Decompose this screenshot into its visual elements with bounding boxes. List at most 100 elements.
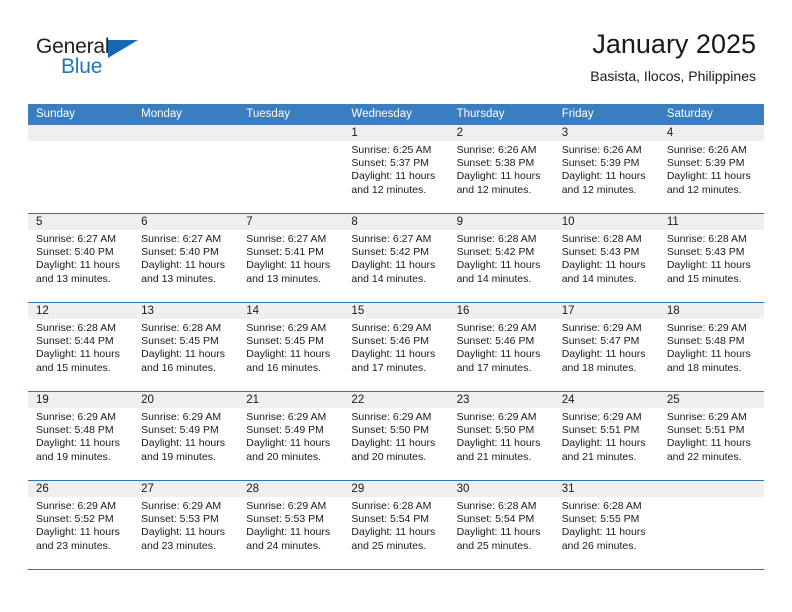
- daylight-text: Daylight: 11 hours and 19 minutes.: [141, 437, 225, 463]
- calendar-day-cell[interactable]: 29 Sunrise: 6:28 AM Sunset: 5:54 PM Dayligh…: [343, 481, 449, 569]
- sunset-text: Sunset: 5:53 PM: [141, 513, 219, 526]
- sunset-text: Sunset: 5:43 PM: [666, 246, 745, 259]
- day-details: Sunrise: 6:29 AM Sunset: 5:45 PM Daylight:…: [238, 319, 343, 375]
- sunrise-text: Sunrise: 6:28 AM: [456, 500, 537, 512]
- day-details: Sunrise: 6:29 AM Sunset: 5:46 PM Daylight:…: [449, 319, 554, 375]
- daylight-text: Daylight: 11 hours and 22 minutes.: [666, 437, 751, 463]
- day-number: 7: [238, 214, 344, 230]
- calendar-day-cell[interactable]: 30 Sunrise: 6:28 AM Sunset: 5:54 PM Dayligh…: [448, 481, 554, 569]
- calendar-day-cell[interactable]: 10 Sunrise: 6:28 AM Sunset: 5:43 PM Dayligh…: [553, 214, 659, 302]
- calendar-week-row: 5 Sunrise: 6:27 AM Sunset: 5:40 PM Daylight…: [28, 214, 764, 303]
- sunset-text: Sunset: 5:46 PM: [456, 335, 535, 348]
- daylight-text: Daylight: 11 hours and 13 minutes.: [141, 259, 225, 285]
- sunset-text: Sunset: 5:48 PM: [666, 335, 745, 348]
- day-number: 13: [133, 303, 239, 319]
- daylight-text: Daylight: 11 hours and 26 minutes.: [561, 526, 646, 552]
- day-number: 27: [133, 481, 239, 497]
- day-number: 28: [238, 481, 344, 497]
- daylight-text: Daylight: 11 hours and 23 minutes.: [141, 526, 225, 552]
- calendar-day-cell[interactable]: 6 Sunrise: 6:27 AM Sunset: 5:40 PM Daylight…: [133, 214, 239, 302]
- sunset-text: Sunset: 5:53 PM: [246, 513, 324, 526]
- title-block: January 2025 Basista, Ilocos, Philippine…: [590, 28, 756, 85]
- sunrise-text: Sunrise: 6:29 AM: [36, 500, 116, 512]
- day-number: 20: [133, 392, 239, 408]
- sunset-text: Sunset: 5:40 PM: [141, 246, 219, 259]
- sunrise-text: Sunrise: 6:28 AM: [561, 500, 642, 512]
- day-number: 30: [448, 481, 554, 497]
- daylight-text: Daylight: 11 hours and 15 minutes.: [36, 348, 120, 374]
- calendar-day-cell[interactable]: 17 Sunrise: 6:29 AM Sunset: 5:47 PM Dayligh…: [553, 303, 659, 391]
- sunset-text: Sunset: 5:54 PM: [351, 513, 430, 526]
- calendar-day-cell[interactable]: 16 Sunrise: 6:29 AM Sunset: 5:46 PM Dayligh…: [448, 303, 554, 391]
- sunrise-text: Sunrise: 6:26 AM: [561, 144, 642, 156]
- sunrise-text: Sunrise: 6:29 AM: [246, 411, 327, 423]
- day-details: Sunrise: 6:29 AM Sunset: 5:48 PM Daylight:…: [28, 408, 133, 464]
- calendar-day-cell[interactable]: 25 Sunrise: 6:29 AM Sunset: 5:51 PM Dayligh…: [658, 392, 764, 480]
- calendar-day-cell[interactable]: 11 Sunrise: 6:28 AM Sunset: 5:43 PM Dayligh…: [658, 214, 764, 302]
- calendar-day-cell[interactable]: 22 Sunrise: 6:29 AM Sunset: 5:50 PM Dayligh…: [343, 392, 449, 480]
- sunset-text: Sunset: 5:42 PM: [456, 246, 535, 259]
- day-details: Sunrise: 6:28 AM Sunset: 5:54 PM Daylight:…: [449, 497, 554, 553]
- sunrise-text: Sunrise: 6:28 AM: [141, 322, 222, 334]
- calendar-day-cell[interactable]: 21 Sunrise: 6:29 AM Sunset: 5:49 PM Dayligh…: [238, 392, 344, 480]
- calendar-day-cell[interactable]: 23 Sunrise: 6:29 AM Sunset: 5:50 PM Dayligh…: [448, 392, 554, 480]
- calendar-day-cell[interactable]: 1 Sunrise: 6:25 AM Sunset: 5:37 PM Daylight…: [343, 125, 449, 213]
- calendar-day-cell[interactable]: 26 Sunrise: 6:29 AM Sunset: 5:52 PM Dayligh…: [28, 481, 134, 569]
- calendar-day-cell[interactable]: 2 Sunrise: 6:26 AM Sunset: 5:38 PM Daylight…: [448, 125, 554, 213]
- page-title: January 2025: [592, 29, 756, 59]
- day-details: Sunrise: 6:27 AM Sunset: 5:41 PM Daylight:…: [238, 230, 343, 286]
- daylight-text: Daylight: 11 hours and 12 minutes.: [456, 170, 541, 196]
- calendar-day-cell[interactable]: 5 Sunrise: 6:27 AM Sunset: 5:40 PM Daylight…: [28, 214, 134, 302]
- sunset-text: Sunset: 5:38 PM: [456, 157, 535, 170]
- day-number: 21: [238, 392, 344, 408]
- daylight-text: Daylight: 11 hours and 14 minutes.: [456, 259, 541, 285]
- calendar-day-cell[interactable]: 18 Sunrise: 6:29 AM Sunset: 5:48 PM Dayligh…: [658, 303, 764, 391]
- sunset-text: Sunset: 5:41 PM: [246, 246, 324, 259]
- daylight-text: Daylight: 11 hours and 24 minutes.: [246, 526, 331, 552]
- day-number: 12: [28, 303, 134, 319]
- daylight-text: Daylight: 11 hours and 14 minutes.: [351, 259, 436, 285]
- sunset-text: Sunset: 5:39 PM: [561, 157, 640, 170]
- calendar-day-cell[interactable]: 27 Sunrise: 6:29 AM Sunset: 5:53 PM Dayligh…: [133, 481, 239, 569]
- calendar-day-cell[interactable]: 28 Sunrise: 6:29 AM Sunset: 5:53 PM Dayligh…: [238, 481, 344, 569]
- sunset-text: Sunset: 5:50 PM: [351, 424, 430, 437]
- day-number: 29: [343, 481, 449, 497]
- daylight-text: Daylight: 11 hours and 20 minutes.: [351, 437, 436, 463]
- day-details: Sunrise: 6:29 AM Sunset: 5:48 PM Daylight:…: [659, 319, 764, 375]
- calendar-day-cell[interactable]: 9 Sunrise: 6:28 AM Sunset: 5:42 PM Daylight…: [448, 214, 554, 302]
- calendar-day-cell[interactable]: 31 Sunrise: 6:28 AM Sunset: 5:55 PM Dayligh…: [553, 481, 659, 569]
- calendar-day-cell[interactable]: 15 Sunrise: 6:29 AM Sunset: 5:46 PM Dayligh…: [343, 303, 449, 391]
- day-details: Sunrise: 6:26 AM Sunset: 5:39 PM Daylight:…: [554, 141, 659, 197]
- daylight-text: Daylight: 11 hours and 17 minutes.: [351, 348, 436, 374]
- calendar-day-cell[interactable]: 13 Sunrise: 6:28 AM Sunset: 5:45 PM Dayligh…: [133, 303, 239, 391]
- sunrise-text: Sunrise: 6:29 AM: [246, 500, 327, 512]
- calendar-day-cell[interactable]: 12 Sunrise: 6:28 AM Sunset: 5:44 PM Dayligh…: [28, 303, 134, 391]
- calendar-day-cell[interactable]: 3 Sunrise: 6:26 AM Sunset: 5:39 PM Daylight…: [553, 125, 659, 213]
- day-number: [658, 481, 764, 497]
- calendar-day-cell[interactable]: 24 Sunrise: 6:29 AM Sunset: 5:51 PM Dayligh…: [553, 392, 659, 480]
- calendar-day-cell[interactable]: 8 Sunrise: 6:27 AM Sunset: 5:42 PM Daylight…: [343, 214, 449, 302]
- calendar-day-cell[interactable]: 14 Sunrise: 6:29 AM Sunset: 5:45 PM Dayligh…: [238, 303, 344, 391]
- sunset-text: Sunset: 5:46 PM: [351, 335, 430, 348]
- sunrise-text: Sunrise: 6:29 AM: [456, 411, 537, 423]
- day-details: Sunrise: 6:28 AM Sunset: 5:54 PM Daylight:…: [343, 497, 448, 553]
- sunset-text: Sunset: 5:55 PM: [561, 513, 640, 526]
- sunset-text: Sunset: 5:48 PM: [36, 424, 114, 437]
- day-details: Sunrise: 6:26 AM Sunset: 5:38 PM Daylight:…: [449, 141, 554, 197]
- sunset-text: Sunset: 5:52 PM: [36, 513, 114, 526]
- calendar-weeks: 1 Sunrise: 6:25 AM Sunset: 5:37 PM Daylight…: [28, 125, 764, 570]
- day-number: 5: [28, 214, 134, 230]
- calendar-week-row: 19 Sunrise: 6:29 AM Sunset: 5:48 PM Dayligh…: [28, 392, 764, 481]
- calendar-day-cell[interactable]: 20 Sunrise: 6:29 AM Sunset: 5:49 PM Dayligh…: [133, 392, 239, 480]
- day-details: Sunrise: 6:27 AM Sunset: 5:40 PM Daylight:…: [28, 230, 133, 286]
- calendar-day-cell[interactable]: 4 Sunrise: 6:26 AM Sunset: 5:39 PM Daylight…: [658, 125, 764, 213]
- weekday-header-row: Sunday Monday Tuesday Wednesday Thursday…: [28, 104, 764, 125]
- sunset-text: Sunset: 5:40 PM: [36, 246, 114, 259]
- day-number: 8: [343, 214, 449, 230]
- calendar-day-cell[interactable]: 19 Sunrise: 6:29 AM Sunset: 5:48 PM Dayligh…: [28, 392, 134, 480]
- calendar-day-cell[interactable]: 7 Sunrise: 6:27 AM Sunset: 5:41 PM Daylight…: [238, 214, 344, 302]
- day-number: [28, 125, 134, 141]
- daylight-text: Daylight: 11 hours and 25 minutes.: [456, 526, 541, 552]
- general-blue-logo[interactable]: General Blue: [36, 36, 166, 84]
- weekday-header-thursday: Thursday: [456, 108, 505, 120]
